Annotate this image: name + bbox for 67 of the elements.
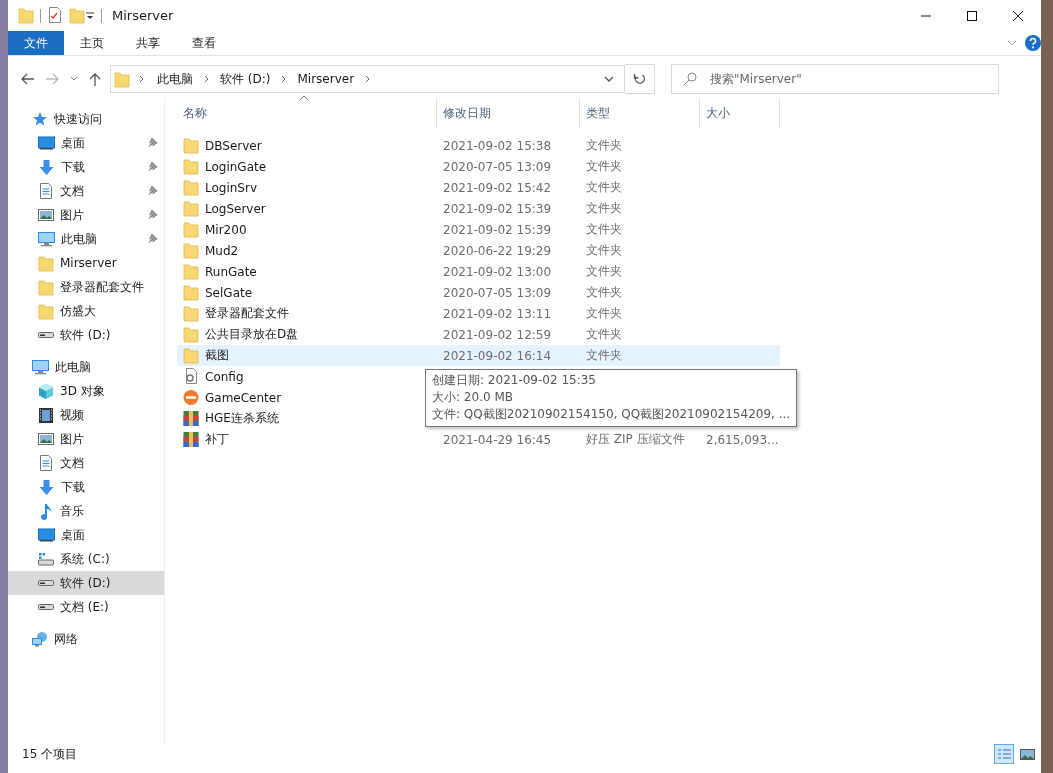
sidebar-label: 文档: [60, 182, 84, 200]
sidebar-label: Mirserver: [60, 256, 117, 270]
file-name: Mir200: [205, 222, 247, 237]
table-cell: 2021-09-02 15:42: [443, 180, 552, 195]
table-cell: 2021-09-02 13:11: [443, 306, 552, 321]
table-cell: 文件夹: [586, 180, 622, 194]
table-cell: 2021-04-29 16:45: [443, 432, 552, 447]
sidebar-label: 登录器配套文件: [60, 278, 144, 296]
window-title: Mirserver: [112, 8, 174, 23]
sidebar-label: 文档 (E:): [60, 598, 109, 616]
sidebar-label: 下载: [61, 158, 85, 176]
table-cell: 2021-09-02 13:00: [443, 264, 552, 279]
table-cell: 文件夹: [586, 348, 622, 362]
table-cell: 2021-09-02 16:14: [443, 348, 552, 363]
tooltip-text: 文件: QQ截图20210902154150, QQ截图20210902154209, ...: [432, 406, 791, 423]
table-cell: 文件夹: [586, 243, 622, 257]
table-cell: 文件夹: [586, 222, 622, 236]
sidebar-label: 此电脑: [55, 358, 91, 376]
sidebar-label: 图片: [60, 206, 84, 224]
sidebar-label: 软件 (D:): [60, 574, 111, 592]
file-name: LogServer: [205, 201, 266, 216]
table-cell: 文件夹: [586, 201, 622, 215]
table-cell: 2021-09-02 15:38: [443, 138, 552, 153]
table-cell: 文件夹: [586, 138, 622, 152]
file-name: SelGate: [205, 285, 253, 300]
sidebar-label: 软件 (D:): [60, 326, 111, 344]
sidebar-label: 音乐: [60, 502, 84, 520]
file-name: RunGate: [205, 264, 257, 279]
file-name: Mud2: [205, 243, 239, 258]
table-cell: 2020-07-05 13:09: [443, 159, 552, 174]
sidebar-label: 3D 对象: [60, 382, 105, 400]
sidebar-label: 桌面: [61, 526, 85, 544]
file-name: 补丁: [205, 431, 229, 448]
table-cell: 文件夹: [586, 327, 622, 341]
table-cell: 文件夹: [586, 285, 622, 299]
tooltip-text: 大小: 20.0 MB: [432, 389, 514, 406]
file-name: LoginGate: [205, 159, 267, 174]
sidebar-label: 快速访问: [54, 110, 102, 128]
sidebar-label: 图片: [60, 430, 84, 448]
sidebar-label: 网络: [54, 630, 78, 648]
sidebar-label: 仿盛大: [60, 302, 96, 320]
file-name: HGE连杀系统: [205, 410, 279, 427]
sidebar-label: 桌面: [61, 134, 85, 152]
file-name: 截图: [205, 347, 229, 364]
table-cell: 2021-09-02 15:39: [443, 201, 552, 216]
file-name: Config: [205, 369, 244, 384]
file-name: DBServer: [205, 138, 262, 153]
sidebar-label: 视频: [60, 406, 84, 424]
item-count: 15 个项目: [22, 745, 78, 763]
sidebar-label: 下载: [61, 478, 85, 496]
table-cell: 2021-09-02 15:39: [443, 222, 552, 237]
table-cell: 2020-07-05 13:09: [443, 285, 552, 300]
table-cell: 2020-06-22 19:29: [443, 243, 552, 258]
file-name: 登录器配套文件: [205, 305, 289, 322]
table-cell: 2,615,093...: [706, 432, 779, 447]
table-cell: 2021-09-02 12:59: [443, 327, 552, 342]
tooltip-text: 创建日期: 2021-09-02 15:35: [432, 372, 597, 389]
file-name: GameCenter: [205, 390, 282, 405]
table-cell: 文件夹: [586, 159, 622, 173]
table-cell: 好压 ZIP 压缩文件: [586, 432, 685, 446]
table-cell: 文件夹: [586, 306, 622, 320]
sidebar-label: 文档: [60, 454, 84, 472]
sidebar-label: 系统 (C:): [60, 550, 110, 568]
table-cell: 文件夹: [586, 264, 622, 278]
sidebar-label: 此电脑: [61, 230, 97, 248]
file-name: 公共目录放在D盘: [205, 326, 299, 343]
file-name: LoginSrv: [205, 180, 258, 195]
